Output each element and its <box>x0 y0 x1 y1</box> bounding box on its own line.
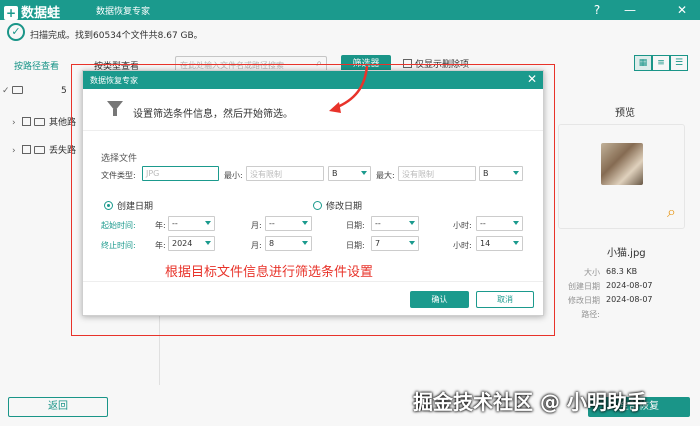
close-window-button[interactable]: ✕ <box>673 1 691 19</box>
minimize-button[interactable]: — <box>621 1 639 19</box>
plus-icon: + <box>4 6 18 20</box>
watermark: 掘金技术社区 @ 小明助手 <box>413 390 647 414</box>
annotation-arrow-icon <box>329 65 369 113</box>
help-icon[interactable]: ? <box>588 1 606 19</box>
app-logo: + 数据蛙 <box>4 2 60 21</box>
app-title: 数据恢复专家 <box>96 7 151 17</box>
title-bar: + 数据蛙 数据恢复专家 ? — ✕ <box>0 0 700 21</box>
logo-text: 数据蛙 <box>21 6 61 21</box>
annotation-highlight-box <box>71 64 555 336</box>
